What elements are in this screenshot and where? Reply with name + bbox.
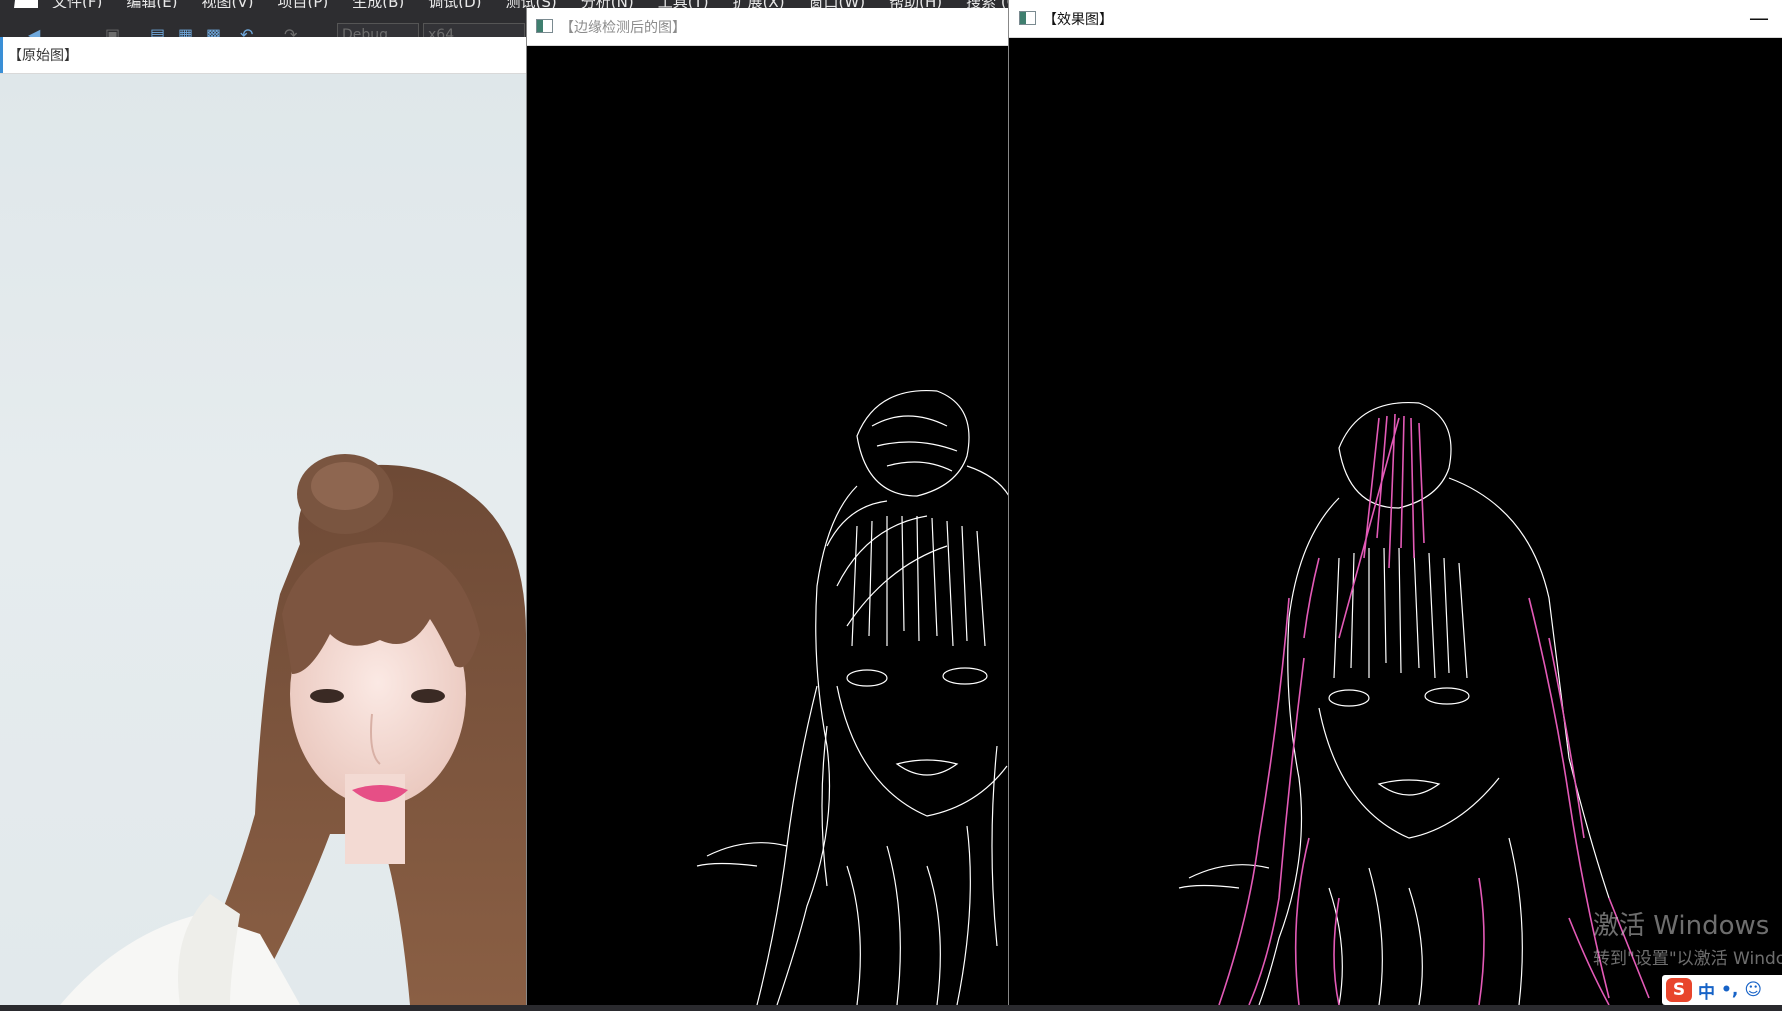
- edge-drawing: [696, 389, 1009, 1005]
- opencv-window-icon: [1019, 11, 1036, 25]
- opencv-window-icon: [536, 19, 553, 33]
- windows-activation-watermark: 激活 Windows 转到"设置"以激活 Windo: [1593, 905, 1782, 969]
- sogou-logo-icon[interactable]: S: [1666, 978, 1692, 1002]
- redo-icon[interactable]: ↷: [284, 25, 297, 37]
- menu-test[interactable]: 测试(S): [506, 0, 557, 8]
- effect-drawing: [1178, 401, 1650, 1005]
- ime-punctuation-mode[interactable]: •,: [1721, 980, 1738, 1000]
- taskbar-edge: [0, 1005, 1782, 1011]
- effect-window[interactable]: 【效果图】 —: [1008, 0, 1782, 1005]
- edges-window-titlebar[interactable]: 【边缘检测后的图】: [527, 8, 1009, 46]
- visual-studio-logo-icon: [14, 0, 38, 8]
- platform-dropdown[interactable]: x64: [423, 23, 525, 37]
- menu-window[interactable]: 窗口(W): [809, 0, 866, 8]
- save-all-icon[interactable]: ▩: [206, 25, 221, 37]
- effect-white-edges: [1178, 401, 1610, 1005]
- effect-window-titlebar[interactable]: 【效果图】 —: [1009, 0, 1782, 38]
- effect-image-canvas: [1009, 38, 1782, 1005]
- watermark-line1: 激活 Windows: [1593, 911, 1770, 941]
- effect-window-title: 【效果图】: [1043, 12, 1113, 28]
- new-item-icon[interactable]: ▣: [105, 25, 120, 37]
- vs-toolbar: ◀ ▣ ▤ ▦ ▩ ↶ ↷ Debug x64: [0, 8, 530, 37]
- menu-build[interactable]: 生成(B): [352, 0, 404, 8]
- original-image-canvas: [0, 74, 526, 1005]
- undo-icon[interactable]: ↶: [240, 25, 253, 37]
- emoji-icon[interactable]: ☺: [1744, 980, 1762, 1000]
- menu-help[interactable]: 帮助(H): [889, 0, 942, 8]
- original-image-window[interactable]: 【原始图】: [0, 37, 526, 1005]
- configuration-dropdown[interactable]: Debug: [337, 23, 419, 37]
- vs-menu-items: 文件(F) 编辑(E) 视图(V) 项目(P) 生成(B) 调试(D) 测试(S…: [52, 0, 1041, 8]
- open-icon[interactable]: ▤: [150, 25, 165, 37]
- minimize-button[interactable]: —: [1745, 4, 1773, 32]
- edges-image-canvas: [527, 46, 1009, 1005]
- window-accent-edge: [0, 37, 3, 73]
- watermark-line2: 转到"设置"以激活 Windo: [1593, 949, 1782, 969]
- portrait-photo: [60, 454, 526, 1005]
- edges-window[interactable]: 【边缘检测后的图】: [526, 8, 1009, 1005]
- menu-debug[interactable]: 调试(D): [428, 0, 481, 8]
- menu-project[interactable]: 项目(P): [278, 0, 329, 8]
- menu-tools[interactable]: 工具(T): [658, 0, 709, 8]
- ime-toolbar[interactable]: S 中 •, ☺: [1662, 975, 1782, 1005]
- save-icon[interactable]: ▦: [178, 25, 193, 37]
- menu-file[interactable]: 文件(F): [52, 0, 102, 8]
- original-window-title: 【原始图】: [8, 48, 78, 64]
- menu-extensions[interactable]: 扩展(X): [733, 0, 785, 8]
- menu-analyze[interactable]: 分析(N): [581, 0, 634, 8]
- effect-pink-highlights: [1218, 413, 1650, 1005]
- ime-chinese-mode[interactable]: 中: [1698, 978, 1715, 1003]
- back-icon[interactable]: ◀: [28, 25, 40, 37]
- edges-window-title: 【边缘检测后的图】: [560, 20, 686, 36]
- menu-edit[interactable]: 编辑(E): [126, 0, 177, 8]
- original-window-titlebar[interactable]: 【原始图】: [0, 37, 526, 74]
- menu-view[interactable]: 视图(V): [202, 0, 254, 8]
